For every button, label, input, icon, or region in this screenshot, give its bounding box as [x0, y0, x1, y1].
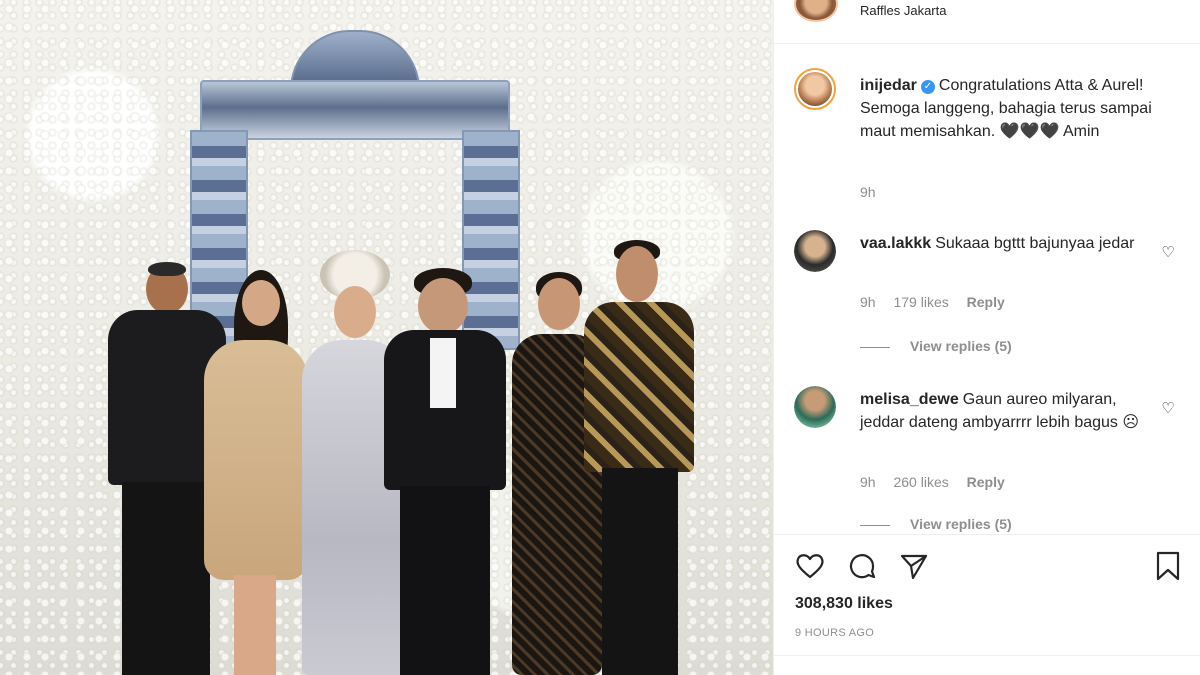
- view-replies-button[interactable]: View replies (5): [860, 338, 1012, 354]
- post-photo[interactable]: [0, 0, 773, 675]
- view-replies-button[interactable]: View replies (5): [860, 516, 1012, 532]
- view-replies-label: View replies (5): [910, 516, 1012, 532]
- author-avatar[interactable]: [794, 0, 838, 22]
- comment-meta: 9h 260 likes Reply: [860, 474, 1019, 490]
- reply-button[interactable]: Reply: [967, 294, 1005, 310]
- bookmark-icon[interactable]: [1152, 550, 1184, 582]
- comment-username[interactable]: vaa.lakkk: [860, 235, 931, 252]
- comment-text-block: melisa_dewe Gaun aureo milyaran, jeddar d…: [860, 388, 1160, 434]
- comment-like-heart-icon[interactable]: ♡: [1160, 400, 1176, 416]
- caption-time[interactable]: 9h: [860, 184, 876, 200]
- post-sidebar: Raffles Jakarta inijedar ✓ Congratulations…: [773, 0, 1200, 675]
- post-actions: [794, 550, 1184, 586]
- post-likes-count[interactable]: 308,830 likes: [795, 595, 893, 613]
- comment-item: vaa.lakkk Sukaaa bgttt bajunyaa jedar ♡ 9…: [794, 230, 1184, 360]
- divider: [774, 534, 1200, 535]
- divider: [774, 655, 1200, 656]
- reply-button[interactable]: Reply: [967, 474, 1005, 490]
- comment-meta: 9h 179 likes Reply: [860, 294, 1019, 310]
- person-figure: [198, 270, 310, 675]
- comment-username[interactable]: melisa_dewe: [860, 391, 959, 408]
- avatar[interactable]: [794, 386, 836, 428]
- view-replies-label: View replies (5): [910, 338, 1012, 354]
- person-figure: [382, 268, 508, 675]
- avatar[interactable]: [794, 68, 836, 110]
- comment-time[interactable]: 9h: [860, 294, 876, 310]
- paper-plane-icon[interactable]: [898, 550, 930, 582]
- caption-username[interactable]: inijedar: [860, 77, 917, 94]
- comment-likes[interactable]: 179 likes: [893, 294, 948, 310]
- post-header: Raffles Jakarta: [774, 0, 1200, 44]
- caption: inijedar ✓ Congratulations Atta & Aurel! S…: [794, 68, 1184, 208]
- caption-meta: 9h: [860, 184, 890, 200]
- avatar[interactable]: [794, 230, 836, 272]
- comment-time[interactable]: 9h: [860, 474, 876, 490]
- post-timestamp[interactable]: 9 HOURS AGO: [795, 627, 874, 639]
- location-link[interactable]: Raffles Jakarta: [860, 3, 946, 18]
- verified-badge-icon: ✓: [920, 80, 935, 94]
- comment-text-block: vaa.lakkk Sukaaa bgttt bajunyaa jedar: [860, 232, 1160, 255]
- person-figure: [584, 240, 694, 675]
- comments-list[interactable]: inijedar ✓ Congratulations Atta & Aurel! S…: [774, 44, 1200, 534]
- comment-item: melisa_dewe Gaun aureo milyaran, jeddar d…: [794, 386, 1184, 534]
- caption-text-block: inijedar ✓ Congratulations Atta & Aurel! S…: [860, 74, 1160, 143]
- comment-icon[interactable]: [846, 550, 878, 582]
- heart-icon[interactable]: [794, 550, 826, 582]
- comment-text: Sukaaa bgttt bajunyaa jedar: [935, 235, 1135, 252]
- comment-likes[interactable]: 260 likes: [893, 474, 948, 490]
- comment-like-heart-icon[interactable]: ♡: [1160, 244, 1176, 260]
